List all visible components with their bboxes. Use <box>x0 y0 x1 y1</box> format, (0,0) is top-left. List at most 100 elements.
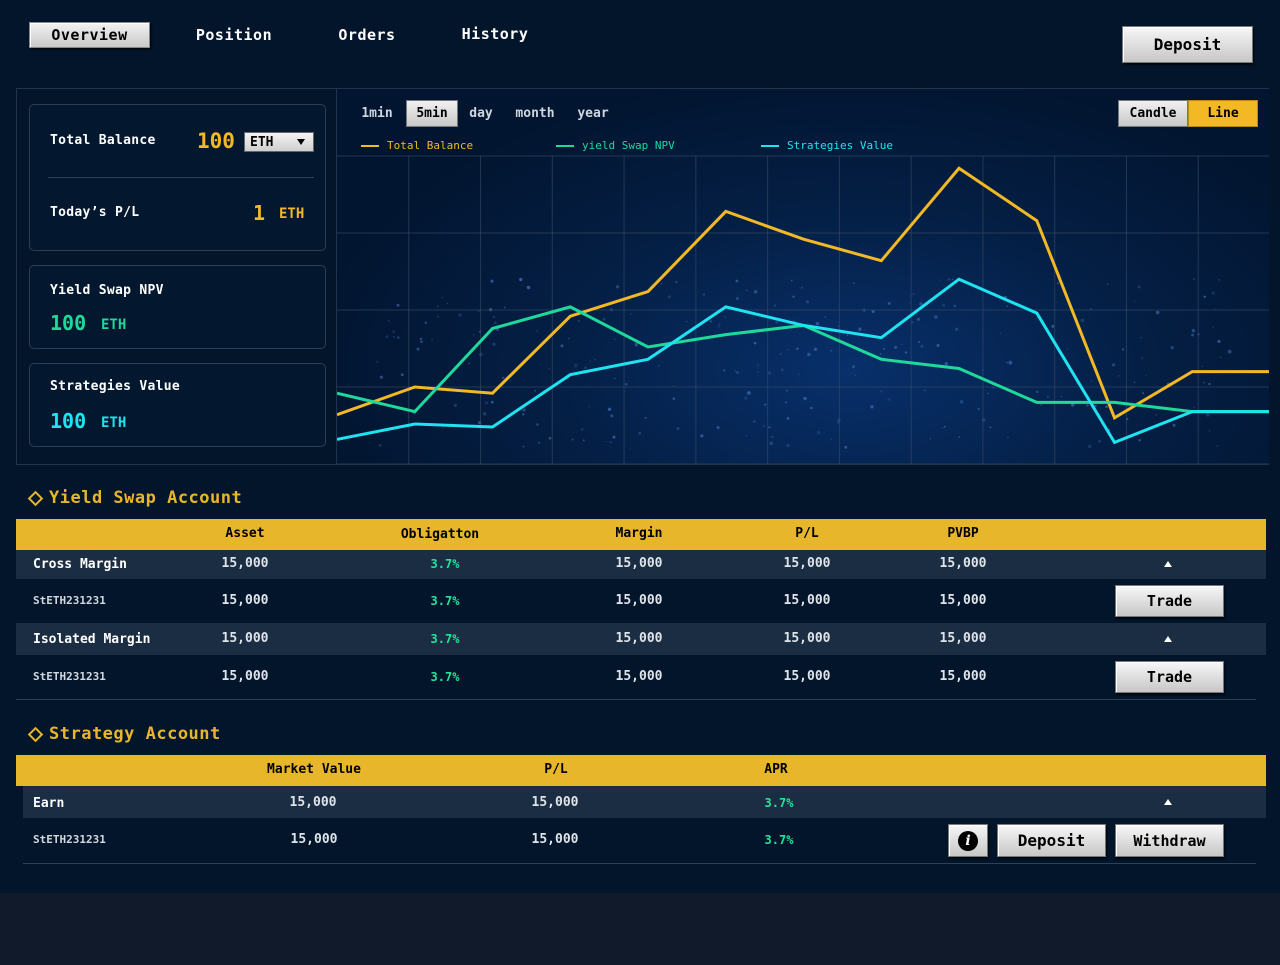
background-particle <box>484 401 489 405</box>
info-button[interactable]: i <box>948 824 988 857</box>
background-particle <box>880 353 882 355</box>
background-particle <box>852 282 855 285</box>
background-particle <box>780 368 784 372</box>
background-particle <box>1006 361 1008 364</box>
background-particle <box>815 321 820 326</box>
background-particle <box>548 367 551 370</box>
background-particle <box>419 337 422 340</box>
background-particle <box>437 315 439 318</box>
background-particle <box>571 438 574 441</box>
background-particle <box>393 336 395 338</box>
background-particle <box>816 430 821 435</box>
strategies-value-value: 100 <box>50 409 87 433</box>
cell-apr: 3.7% <box>764 796 794 810</box>
background-particle <box>753 341 757 345</box>
tab-position[interactable]: Position <box>184 22 284 48</box>
background-particle <box>467 362 471 365</box>
background-particle <box>396 336 400 339</box>
background-particle <box>1208 382 1211 386</box>
background-particle <box>615 285 620 289</box>
table-row-group[interactable]: Earn 15,000 15,000 3.7% <box>23 786 1266 818</box>
cell-margin: 15,000 <box>615 593 663 608</box>
background-particle <box>785 401 788 404</box>
background-particle <box>1202 381 1206 384</box>
background-particle <box>852 365 856 369</box>
background-particle <box>580 428 584 431</box>
background-particle <box>624 382 628 386</box>
background-particle <box>1086 404 1089 407</box>
background-particle <box>887 398 891 401</box>
withdraw-button[interactable]: Withdraw <box>1115 824 1224 857</box>
background-particle <box>880 390 883 393</box>
background-particle <box>613 337 616 341</box>
background-particle <box>792 295 795 298</box>
cell-pl: 15,000 <box>783 593 831 608</box>
cell-pvbp: 15,000 <box>939 631 987 646</box>
strategy-table-header: Market Value P/L APR <box>16 755 1266 786</box>
caret-up-icon[interactable] <box>1164 636 1172 642</box>
app-window: Overview Position Orders History Deposit… <box>0 0 1280 893</box>
caret-up-icon[interactable] <box>1164 799 1172 805</box>
background-particle <box>709 320 712 323</box>
cell-obligation: 3.7% <box>430 594 460 608</box>
background-particle <box>1191 328 1196 333</box>
currency-select-value: ETH <box>250 134 274 150</box>
caret-up-icon[interactable] <box>1164 561 1172 567</box>
background-particle <box>1111 363 1116 367</box>
background-particle <box>870 405 874 409</box>
info-icon: i <box>958 830 978 851</box>
strategies-value-card: Strategies Value 100 ETH <box>29 363 326 447</box>
background-particle <box>918 341 921 343</box>
background-particle <box>492 342 496 346</box>
table-row: StETH231231 15,000 3.7% 15,000 15,000 15… <box>16 579 1266 623</box>
background-particle <box>442 428 445 430</box>
background-particle <box>1139 336 1142 339</box>
background-particle <box>779 352 782 355</box>
background-particle <box>1208 430 1211 432</box>
tab-orders[interactable]: Orders <box>329 22 405 48</box>
background-particle <box>735 279 739 283</box>
currency-select[interactable]: ETH <box>244 132 314 152</box>
background-particle <box>787 348 789 351</box>
series-line-3 <box>337 277 1269 445</box>
background-particle <box>1217 339 1221 343</box>
table-row-group[interactable]: Cross Margin 15,000 3.7% 15,000 15,000 1… <box>16 550 1266 579</box>
background-particle <box>813 347 818 351</box>
background-particle <box>844 445 848 449</box>
background-particle <box>610 414 614 418</box>
background-particle <box>612 435 616 439</box>
background-particle <box>790 279 793 282</box>
background-particle <box>628 299 630 301</box>
trade-button[interactable]: Trade <box>1115 585 1224 617</box>
background-particle <box>436 305 439 308</box>
background-particle <box>744 396 748 400</box>
cell-pl: 15,000 <box>783 631 831 646</box>
cell-market-value: 15,000 <box>289 795 337 810</box>
background-particle <box>1138 439 1141 442</box>
background-particle <box>1191 333 1195 337</box>
background-particle <box>538 441 540 444</box>
balance-chart: 1min 5min day month year Candle Line Tot… <box>336 89 1269 464</box>
strategy-deposit-button[interactable]: Deposit <box>997 824 1106 857</box>
background-particle <box>577 319 580 322</box>
trade-button[interactable]: Trade <box>1115 661 1224 693</box>
tab-history[interactable]: History <box>452 21 538 47</box>
table-row-group[interactable]: Isolated Margin 15,000 3.7% 15,000 15,00… <box>16 623 1266 655</box>
background-particle <box>959 400 964 404</box>
background-particle <box>392 330 395 334</box>
background-particle <box>548 436 552 440</box>
background-particle <box>560 344 564 348</box>
background-particle <box>607 407 612 412</box>
background-particle <box>824 316 827 318</box>
tab-overview[interactable]: Overview <box>29 22 150 48</box>
background-particle <box>920 344 924 349</box>
cell-pl: 15,000 <box>783 669 831 684</box>
background-particle <box>1056 301 1058 304</box>
background-particle <box>594 358 596 361</box>
background-particle <box>1006 305 1008 307</box>
background-particle <box>786 443 790 448</box>
background-particle <box>477 310 481 313</box>
background-particle <box>939 279 941 281</box>
deposit-button[interactable]: Deposit <box>1122 26 1253 63</box>
background-particle <box>672 397 676 400</box>
